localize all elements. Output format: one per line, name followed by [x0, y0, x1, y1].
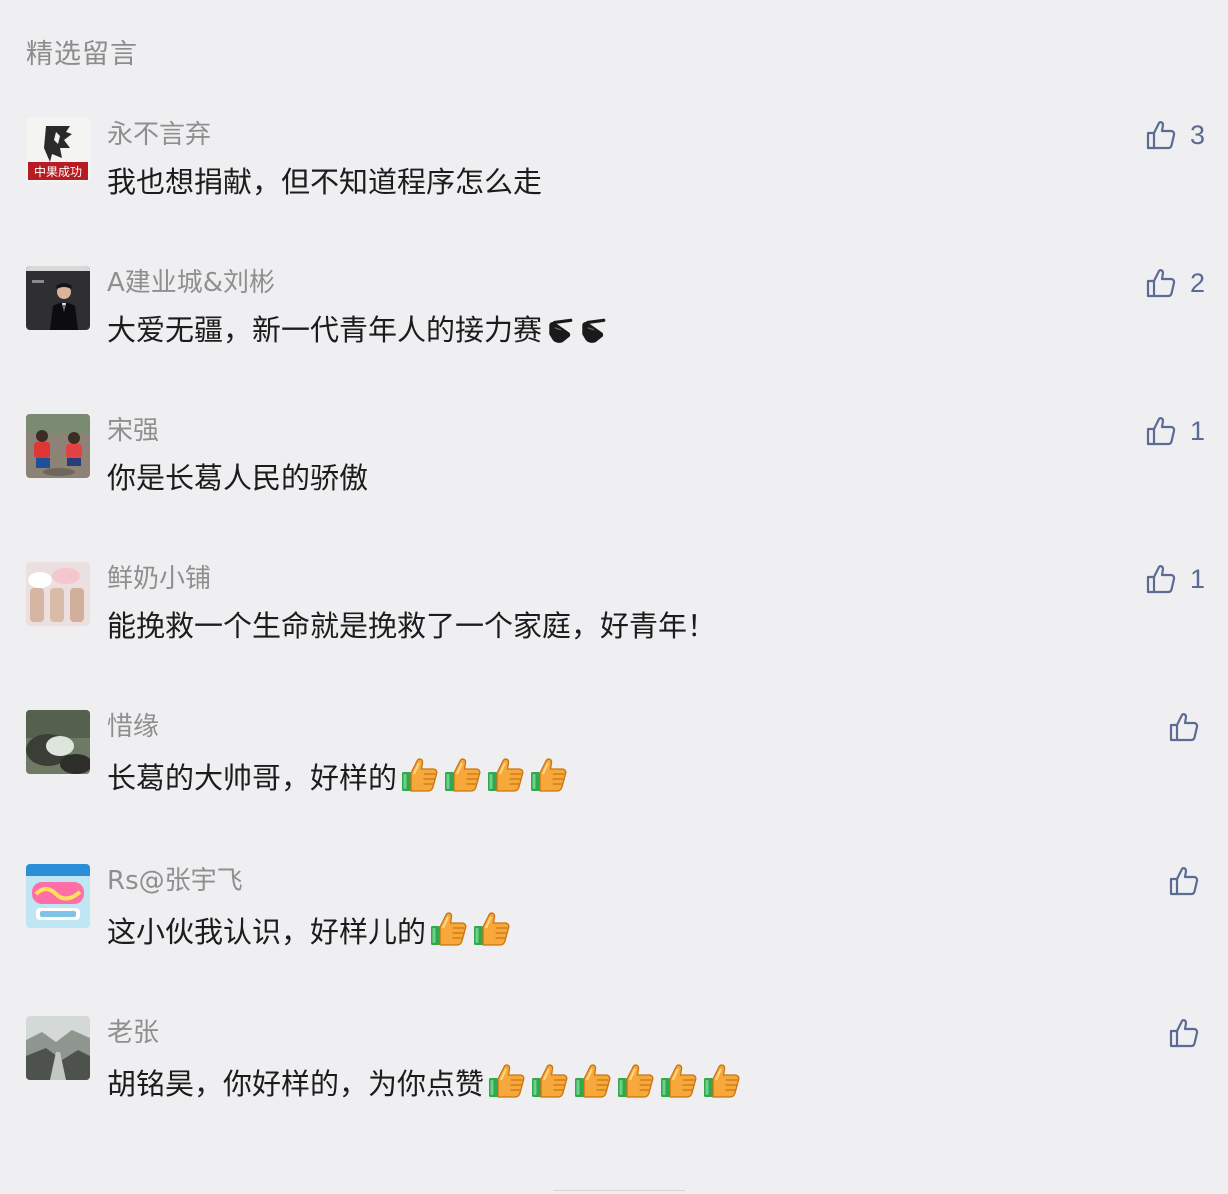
thumbs-up-emoji	[659, 1060, 699, 1100]
avatar-image: 中果成功	[26, 118, 90, 182]
avatar-image	[26, 710, 90, 774]
avatar-image	[26, 1016, 90, 1080]
like-button[interactable]: 2	[1145, 266, 1205, 300]
comment-text: 你是长葛人民的骄傲	[107, 458, 368, 498]
avatar[interactable]	[26, 562, 90, 626]
avatar-image	[26, 562, 90, 626]
comment-text-value: 我也想捐献，但不知道程序怎么走	[107, 165, 543, 199]
nickname[interactable]: 惜缘	[107, 710, 159, 744]
thumbs-up-outline-icon	[1145, 267, 1177, 299]
comment-text-value: 长葛的大帅哥，好样的	[107, 761, 398, 795]
thumbs-up-emoji	[530, 1060, 570, 1100]
thumbs-up-emoji	[486, 754, 526, 794]
thumbs-up-emoji	[443, 754, 483, 794]
comment-text: 长葛的大帅哥，好样的	[107, 754, 569, 798]
thumbs-up-emoji	[400, 754, 440, 794]
like-count: 1	[1189, 415, 1205, 446]
like-button[interactable]	[1168, 1016, 1200, 1050]
scroll-indicator	[553, 1190, 685, 1194]
avatar[interactable]	[26, 864, 90, 928]
nickname[interactable]: 老张	[107, 1016, 159, 1050]
comment-item: 鲜奶小铺 能挽救一个生命就是挽救了一个家庭，好青年！ 1	[0, 562, 1228, 682]
thumbs-up-outline-icon	[1145, 563, 1177, 595]
like-button[interactable]: 1	[1145, 562, 1205, 596]
thumbs-up-outline-icon	[1168, 1017, 1200, 1049]
avatar-image	[26, 864, 90, 928]
nickname[interactable]: Rs@张宇飞	[107, 864, 243, 898]
thumbs-up-emoji	[573, 1060, 613, 1100]
avatar[interactable]	[26, 414, 90, 478]
like-count: 1	[1189, 563, 1205, 594]
comment-item: 中果成功 永不言弃 我也想捐献，但不知道程序怎么走 3	[0, 118, 1228, 238]
comments-page: 精选留言 中果成功 永不言弃 我也想捐献，但不知道程序怎么走 3 A建业城&刘彬…	[0, 0, 1228, 1194]
comment-text-value: 胡铭昊，你好样的，为你点赞	[107, 1067, 485, 1101]
like-button[interactable]: 1	[1145, 414, 1205, 448]
comment-item: A建业城&刘彬 大爱无疆，新一代青年人的接力赛 2	[0, 266, 1228, 386]
like-button[interactable]: 3	[1145, 118, 1205, 152]
section-title: 精选留言	[26, 39, 138, 70]
thumbs-up-emoji	[472, 908, 512, 948]
thumbs-up-outline-icon	[1168, 711, 1200, 743]
nickname[interactable]: A建业城&刘彬	[107, 266, 275, 300]
comment-text: 这小伙我认识，好样儿的	[107, 908, 512, 952]
thumbs-up-outline-icon	[1168, 865, 1200, 897]
pointing-hand-emoji	[578, 316, 608, 346]
avatar[interactable]	[26, 1016, 90, 1080]
comment-item: 老张 胡铭昊，你好样的，为你点赞	[0, 1016, 1228, 1136]
thumbs-up-emoji	[487, 1060, 527, 1100]
comment-text-value: 这小伙我认识，好样儿的	[107, 915, 427, 949]
nickname[interactable]: 宋强	[107, 414, 159, 448]
thumbs-up-outline-icon	[1145, 415, 1177, 447]
avatar-image	[26, 266, 90, 330]
avatar[interactable]: 中果成功	[26, 118, 90, 182]
comment-item: 惜缘 长葛的大帅哥，好样的	[0, 710, 1228, 830]
like-button[interactable]	[1168, 864, 1200, 898]
comment-text: 我也想捐献，但不知道程序怎么走	[107, 162, 542, 202]
like-button[interactable]	[1168, 710, 1200, 744]
avatar-image	[26, 414, 90, 478]
like-count: 3	[1189, 119, 1205, 150]
comment-text: 胡铭昊，你好样的，为你点赞	[107, 1060, 742, 1104]
avatar[interactable]	[26, 266, 90, 330]
comment-text-value: 你是长葛人民的骄傲	[107, 461, 369, 495]
thumbs-up-emoji	[429, 908, 469, 948]
comment-item: Rs@张宇飞 这小伙我认识，好样儿的	[0, 864, 1228, 984]
thumbs-up-emoji	[529, 754, 569, 794]
comment-text-value: 大爱无疆，新一代青年人的接力赛	[107, 313, 543, 347]
comment-text: 能挽救一个生命就是挽救了一个家庭，好青年！	[107, 606, 716, 646]
thumbs-up-emoji	[616, 1060, 656, 1100]
nickname[interactable]: 鲜奶小铺	[107, 562, 211, 596]
thumbs-up-outline-icon	[1145, 119, 1177, 151]
pointing-hand-emoji	[545, 316, 575, 346]
avatar[interactable]	[26, 710, 90, 774]
like-count: 2	[1189, 267, 1205, 298]
nickname[interactable]: 永不言弃	[107, 118, 211, 152]
svg-text:中果成功: 中果成功	[34, 164, 82, 179]
comment-text: 大爱无疆，新一代青年人的接力赛	[107, 310, 608, 350]
comment-item: 宋强 你是长葛人民的骄傲 1	[0, 414, 1228, 534]
thumbs-up-emoji	[702, 1060, 742, 1100]
comment-text-value: 能挽救一个生命就是挽救了一个家庭，好青年！	[107, 609, 717, 643]
